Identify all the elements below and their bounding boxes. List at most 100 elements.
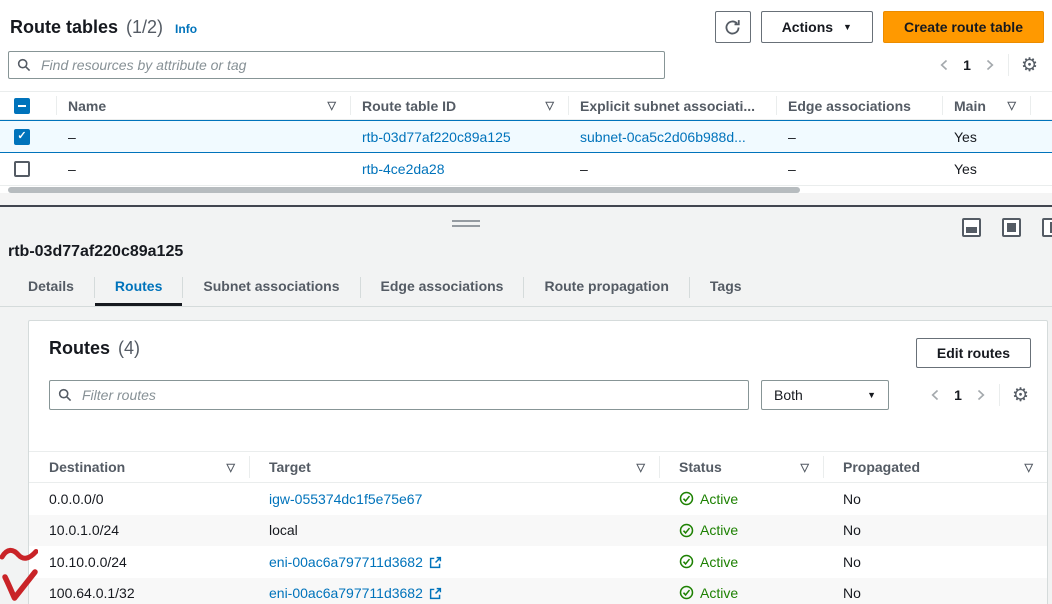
settings-gear-icon[interactable]: ⚙ <box>1012 386 1029 405</box>
page-number[interactable]: 1 <box>954 387 962 403</box>
route-tables-table-header: Name ▽ Route table ID ▽ Explicit subnet … <box>0 91 1052 120</box>
routes-table-header: Destination ▽ Target ▽ Status ▽ Propagat… <box>29 451 1047 483</box>
column-header-target[interactable]: Target ▽ <box>249 452 659 482</box>
refresh-icon <box>724 19 741 36</box>
panel-position-side-icon[interactable] <box>1042 218 1052 237</box>
route-type-select[interactable]: Both ▼ <box>761 380 889 410</box>
cell-status: Active <box>659 522 823 538</box>
chevron-right-icon <box>983 58 996 72</box>
cell-destination: 10.0.1.0/24 <box>29 522 249 538</box>
target-link[interactable]: igw-055374dc1f5e75e67 <box>269 491 422 507</box>
tab-edge-associations[interactable]: Edge associations <box>361 269 524 306</box>
tab-subnet-associations[interactable]: Subnet associations <box>183 269 359 306</box>
info-link[interactable]: Info <box>175 22 197 36</box>
page-title: Route tables (1/2) Info <box>10 17 197 38</box>
cell-name: – <box>56 161 350 177</box>
next-page-button[interactable] <box>983 58 996 72</box>
route-table-id-link[interactable]: rtb-03d77af220c89a125 <box>362 129 511 145</box>
cell-status: Active <box>659 491 823 507</box>
table-row[interactable]: – rtb-03d77af220c89a125 subnet-0ca5c2d06… <box>0 120 1052 153</box>
chevron-left-icon <box>938 58 951 72</box>
create-route-table-button[interactable]: Create route table <box>883 11 1044 43</box>
page-number[interactable]: 1 <box>963 57 971 73</box>
sort-icon[interactable]: ▽ <box>1008 99 1016 112</box>
select-all-checkbox[interactable] <box>14 98 30 114</box>
edit-routes-button[interactable]: Edit routes <box>916 338 1031 368</box>
sort-icon[interactable]: ▽ <box>637 461 645 474</box>
vpc-route-tables-screen: Route tables (1/2) Info Actions ▼ Create… <box>0 0 1052 604</box>
filter-routes-box[interactable] <box>49 380 749 410</box>
sort-icon[interactable]: ▽ <box>1025 461 1033 474</box>
route-tables-table: Name ▽ Route table ID ▽ Explicit subnet … <box>0 91 1052 186</box>
panel-position-bottom-icon[interactable] <box>962 218 981 237</box>
previous-page-button[interactable] <box>938 58 951 72</box>
settings-gear-icon[interactable]: ⚙ <box>1021 56 1038 75</box>
target-link[interactable]: eni-00ac6a797711d3682 <box>269 585 423 601</box>
selection-count: (1/2) <box>126 17 163 38</box>
split-panel: rtb-03d77af220c89a125 Details Routes Sub… <box>0 207 1052 604</box>
search-icon <box>58 388 72 402</box>
previous-page-button[interactable] <box>929 388 942 402</box>
column-header-explicit-subnet[interactable]: Explicit subnet associati... <box>568 92 776 119</box>
tab-tags[interactable]: Tags <box>690 269 762 306</box>
sort-icon[interactable]: ▽ <box>801 461 809 474</box>
split-panel-drag-handle[interactable] <box>452 220 480 230</box>
actions-button[interactable]: Actions ▼ <box>761 11 873 43</box>
caret-down-icon: ▼ <box>843 23 852 32</box>
column-header-main[interactable]: Main ▽ <box>942 92 1030 119</box>
external-link-icon[interactable] <box>429 556 442 569</box>
cell-main: Yes <box>942 129 1030 145</box>
external-link-icon[interactable] <box>429 587 442 600</box>
status-active-icon <box>679 491 694 506</box>
tab-details[interactable]: Details <box>8 269 94 306</box>
column-header-edge-associations[interactable]: Edge associations <box>776 92 942 119</box>
route-tables-section: Route tables (1/2) Info Actions ▼ Create… <box>0 0 1052 205</box>
table-row[interactable]: – rtb-4ce2da28 – – Yes <box>0 153 1052 186</box>
column-header-status[interactable]: Status ▽ <box>659 452 823 482</box>
cell-destination: 10.10.0.0/24 <box>29 554 249 570</box>
row-checkbox[interactable] <box>14 129 30 145</box>
tab-routes[interactable]: Routes <box>95 269 182 306</box>
column-header-spacer <box>1030 92 1052 119</box>
column-header-propagated[interactable]: Propagated ▽ <box>823 452 1047 482</box>
routes-card-header: Routes (4) Edit routes <box>29 321 1047 368</box>
sort-icon[interactable]: ▽ <box>546 99 554 112</box>
top-toolbar: 1 ⚙ <box>8 51 1044 79</box>
routes-pagination: 1 ⚙ <box>929 384 1031 406</box>
routes-filter-row: Both ▼ 1 ⚙ <box>29 380 1047 410</box>
status-active-icon <box>679 523 694 538</box>
top-pagination: 1 ⚙ <box>938 54 1044 76</box>
routes-count: (4) <box>118 338 140 359</box>
row-checkbox[interactable] <box>14 161 30 177</box>
cell-destination: 100.64.0.1/32 <box>29 585 249 601</box>
column-header-name[interactable]: Name ▽ <box>56 92 350 119</box>
cell-target: local <box>249 522 659 538</box>
header-actions: Actions ▼ Create route table <box>715 11 1044 43</box>
toolbar-divider <box>1008 54 1009 76</box>
cell-propagated: No <box>823 554 1047 570</box>
page-title-text: Route tables <box>10 17 118 38</box>
cell-destination: 0.0.0.0/0 <box>29 491 249 507</box>
route-row: 10.0.1.0/24 local Active No <box>29 515 1047 547</box>
column-header-route-table-id[interactable]: Route table ID ▽ <box>350 92 568 119</box>
next-page-button[interactable] <box>974 388 987 402</box>
sort-icon[interactable]: ▽ <box>328 99 336 112</box>
cell-propagated: No <box>823 491 1047 507</box>
target-link[interactable]: eni-00ac6a797711d3682 <box>269 554 423 570</box>
cell-edge-associations: – <box>776 161 942 177</box>
column-header-destination[interactable]: Destination ▽ <box>29 452 249 482</box>
search-box[interactable] <box>8 51 665 79</box>
routes-card: Routes (4) Edit routes Both ▼ <box>28 320 1048 604</box>
detail-tabs-bar: Details Routes Subnet associations Edge … <box>0 269 1052 307</box>
panel-position-center-icon[interactable] <box>1002 218 1021 237</box>
chevron-left-icon <box>929 388 942 402</box>
tab-route-propagation[interactable]: Route propagation <box>524 269 688 306</box>
subnet-association-link[interactable]: subnet-0ca5c2d06b988d... <box>580 129 746 145</box>
route-table-id-link[interactable]: rtb-4ce2da28 <box>362 161 445 177</box>
detail-tabs: Details Routes Subnet associations Edge … <box>0 269 1052 306</box>
sort-icon[interactable]: ▽ <box>227 461 235 474</box>
filter-routes-input[interactable] <box>80 386 740 404</box>
search-input[interactable] <box>39 56 656 74</box>
refresh-button[interactable] <box>715 11 751 43</box>
panel-layout-controls <box>962 218 1052 237</box>
